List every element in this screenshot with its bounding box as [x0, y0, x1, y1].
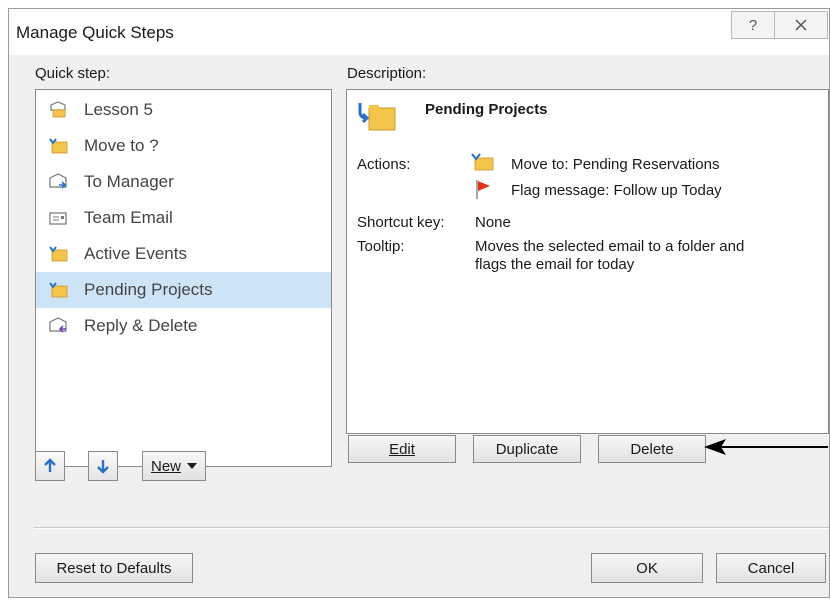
callout-arrow: [704, 439, 828, 455]
